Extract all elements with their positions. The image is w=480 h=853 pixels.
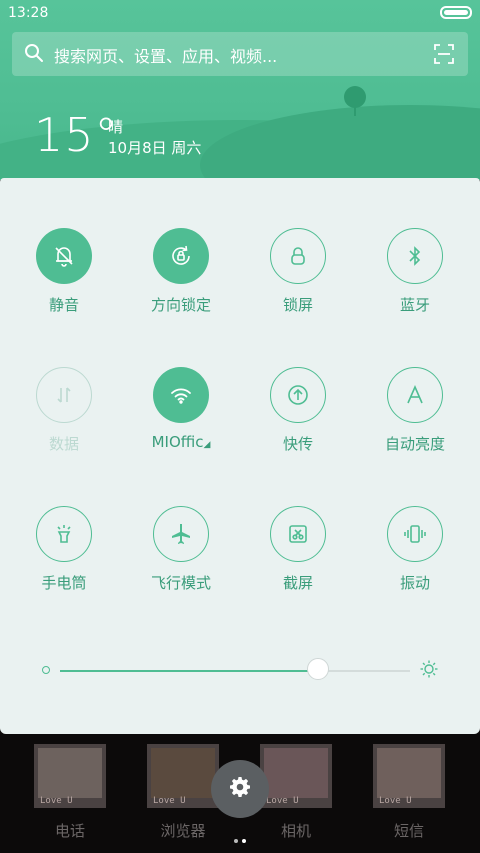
rotation-lock-icon xyxy=(153,228,209,284)
auto-brightness-icon xyxy=(387,367,443,423)
battery-icon xyxy=(440,6,472,19)
toggle-label: 方向锁定 xyxy=(150,296,211,314)
search-bar[interactable]: 搜索网页、设置、应用、视频... xyxy=(12,32,468,76)
lock-icon xyxy=(270,228,326,284)
temperature: 15° xyxy=(34,108,119,162)
app-thumbnail: Love U xyxy=(147,744,219,808)
toggle-screenshot[interactable]: 截屏 xyxy=(238,506,358,593)
brightness-high-icon xyxy=(420,660,438,682)
app-label: 浏览器 xyxy=(160,822,206,840)
airplane-icon xyxy=(153,506,209,562)
scan-icon[interactable] xyxy=(434,44,454,68)
brightness-slider-handle[interactable] xyxy=(307,658,329,680)
toggle-mute[interactable]: 静音 xyxy=(4,228,124,315)
app-phone[interactable]: Love U 电话 xyxy=(34,744,106,841)
toggle-label: 飞行模式 xyxy=(150,574,211,592)
toggle-bluetooth[interactable]: 蓝牙 xyxy=(355,228,475,315)
toggle-label: 自动亮度 xyxy=(384,435,445,453)
toggle-rotation-lock[interactable]: 方向锁定 xyxy=(121,228,241,315)
app-browser[interactable]: Love U 浏览器 xyxy=(147,744,219,841)
weather-date: 10月8日 周六 xyxy=(108,139,202,157)
search-input[interactable]: 搜索网页、设置、应用、视频... xyxy=(54,43,277,67)
app-camera[interactable]: Love U 相机 xyxy=(260,744,332,841)
toggle-label: 锁屏 xyxy=(282,296,313,314)
toggle-vibrate[interactable]: 振动 xyxy=(355,506,475,593)
flashlight-icon xyxy=(36,506,92,562)
bell-off-icon xyxy=(36,228,92,284)
app-thumbnail: Love U xyxy=(373,744,445,808)
toggle-wifi[interactable]: MIOffic◢ xyxy=(121,367,241,451)
app-label: 电话 xyxy=(54,822,85,840)
mobile-data-icon xyxy=(36,367,92,423)
toggle-label: 振动 xyxy=(399,574,430,592)
app-label: 短信 xyxy=(393,822,424,840)
search-icon xyxy=(24,43,44,67)
brightness-slider[interactable] xyxy=(60,670,410,672)
app-thumbnail: Love U xyxy=(260,744,332,808)
toggle-lock-screen[interactable]: 锁屏 xyxy=(238,228,358,315)
transfer-icon xyxy=(270,367,326,423)
toggle-flashlight[interactable]: 手电筒 xyxy=(4,506,124,593)
toggle-label: 数据 xyxy=(48,435,79,453)
screenshot-icon xyxy=(270,506,326,562)
header: 13:28 搜索网页、设置、应用、视频... 15° 晴 10月8日 周六 xyxy=(0,0,480,180)
settings-button[interactable] xyxy=(211,760,269,818)
toggle-airplane-mode[interactable]: 飞行模式 xyxy=(121,506,241,593)
hill-decoration xyxy=(200,105,480,180)
toggle-label: 截屏 xyxy=(282,574,313,592)
tree-decoration xyxy=(344,86,366,108)
weather-condition: 晴 xyxy=(108,118,124,136)
toggle-auto-brightness[interactable]: 自动亮度 xyxy=(355,367,475,454)
brightness-slider-fill xyxy=(60,670,317,672)
toggle-label: 手电筒 xyxy=(41,574,87,592)
app-thumbnail: Love U xyxy=(34,744,106,808)
toggle-mobile-data[interactable]: 数据 xyxy=(4,367,124,454)
toggle-label: MIOffic◢ xyxy=(151,433,211,451)
app-dock: Love U 电话 Love U 浏览器 Love U 相机 Love U 短信 xyxy=(0,734,480,853)
brightness-low-icon xyxy=(42,666,50,674)
app-messages[interactable]: Love U 短信 xyxy=(373,744,445,841)
status-time: 13:28 xyxy=(8,5,49,21)
page-indicator xyxy=(232,828,248,847)
app-label: 相机 xyxy=(280,822,311,840)
quick-settings-panel: 静音 方向锁定 锁屏 蓝牙 数据 MIOffic◢ 快传 自动亮度 手电筒 飞行… xyxy=(0,178,480,734)
toggle-label: 蓝牙 xyxy=(399,296,430,314)
gear-icon xyxy=(228,775,252,803)
vibrate-icon xyxy=(387,506,443,562)
wifi-icon xyxy=(153,367,209,423)
bluetooth-icon xyxy=(387,228,443,284)
toggle-label: 静音 xyxy=(48,296,79,314)
toggle-label: 快传 xyxy=(282,435,313,453)
toggle-quick-transfer[interactable]: 快传 xyxy=(238,367,358,454)
